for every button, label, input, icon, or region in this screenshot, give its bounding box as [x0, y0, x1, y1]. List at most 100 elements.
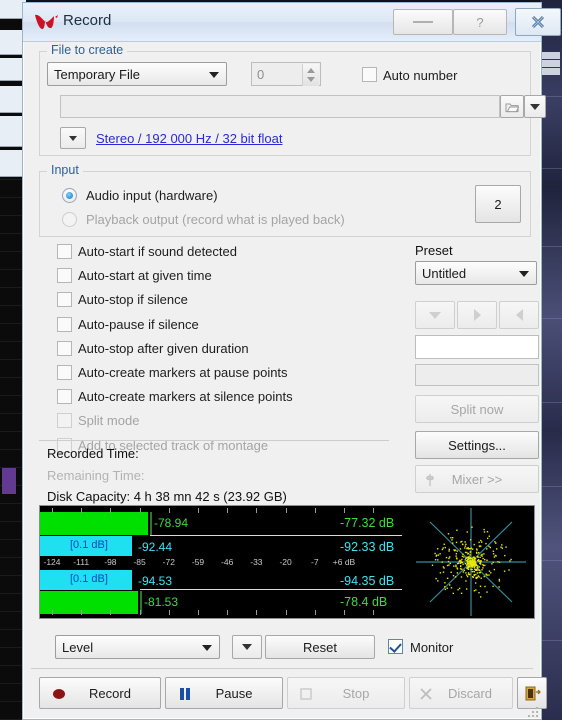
record-button[interactable]: Record	[39, 677, 161, 709]
close-icon	[531, 15, 545, 29]
preset-info-field	[415, 364, 539, 386]
meter-readout-left-peak: -77.32 dB	[340, 516, 395, 530]
mixer-icon	[426, 474, 434, 486]
phase-scope	[416, 508, 526, 616]
discard-label: Discard	[447, 685, 493, 701]
option-label-3: Auto-pause if silence	[78, 316, 199, 332]
pause-button[interactable]: Pause	[165, 677, 283, 709]
meter-tickmark	[314, 508, 316, 513]
preset-next-button[interactable]	[457, 301, 497, 329]
audio-format-menu-button[interactable]	[60, 127, 86, 149]
meter-tickmark	[168, 508, 170, 513]
meter-scale-tick-5: -59	[191, 557, 205, 567]
meter-tickmark	[227, 508, 229, 513]
meter-mode-combo[interactable]: Level	[55, 635, 220, 659]
triangle-right-icon	[473, 309, 481, 321]
title-bar[interactable]: Record ?	[23, 3, 561, 42]
meter-tickmark	[110, 508, 112, 513]
meter-readout-left-rms: -92.33 dB	[340, 540, 395, 554]
discard-button: Discard	[409, 677, 513, 709]
meter-scale-tick-2: -98	[104, 557, 117, 567]
record-dot-icon	[53, 689, 65, 699]
chevron-down-icon	[530, 103, 540, 110]
option-label-6: Auto-create markers at silence points	[78, 389, 293, 405]
option-checkbox-1[interactable]	[57, 268, 72, 284]
preset-label: Preset	[415, 243, 453, 258]
input-group-title: Input	[47, 163, 83, 177]
file-type-combo[interactable]: Temporary File	[47, 62, 227, 86]
preset-combo[interactable]: Untitled	[415, 261, 537, 285]
option-label-2: Auto-stop if silence	[78, 292, 188, 308]
audio-format-link[interactable]: Stereo / 192 000 Hz / 32 bit float	[96, 131, 282, 146]
transport-divider	[31, 668, 533, 669]
browse-file-button[interactable]	[500, 95, 524, 118]
meter-tickmark	[314, 610, 316, 615]
file-number-value: 0	[257, 66, 265, 82]
preset-prev-button[interactable]	[499, 301, 539, 329]
chevron-down-icon	[519, 271, 529, 277]
option-checkbox-5[interactable]	[57, 365, 72, 380]
pause-bars-icon	[180, 688, 190, 700]
meter-rms-tag-right: [0.1 dB]	[70, 573, 108, 585]
channel-count-button[interactable]: 2	[475, 185, 521, 223]
stop-label: Stop	[342, 685, 370, 701]
meter-scale-tick-8: -20	[279, 557, 292, 567]
input-group	[39, 171, 531, 237]
auto-number-label: Auto number	[383, 68, 458, 83]
auto-number-checkbox[interactable]	[362, 67, 377, 82]
meter-tickmark	[52, 508, 53, 513]
file-number-spinner[interactable]: 0	[251, 62, 321, 86]
meter-tickmark	[227, 610, 229, 615]
close-button[interactable]	[515, 8, 561, 36]
meter-peak-marker-left	[150, 512, 152, 535]
meter-tickmark	[285, 508, 287, 513]
option-checkbox-2[interactable]	[57, 292, 72, 308]
meter-scale-tick-9: -7	[311, 557, 319, 567]
preset-name-input[interactable]	[415, 335, 539, 359]
option-checkbox-0[interactable]	[57, 244, 72, 259]
option-checkbox-4[interactable]	[57, 340, 72, 356]
recorded-time-label: Recorded Time:	[47, 446, 139, 461]
file-history-button[interactable]	[524, 95, 546, 118]
meter-tickmark	[285, 610, 287, 615]
reset-button[interactable]: Reset	[265, 635, 375, 659]
radio-playback-output[interactable]	[62, 212, 77, 227]
option-checkbox-3[interactable]	[57, 316, 72, 332]
meter-bar-right-peak	[40, 591, 138, 614]
meter-value-right-peak: -81.53	[144, 595, 179, 609]
wavelab-w-icon	[35, 14, 58, 30]
radio-audio-input[interactable]	[62, 188, 77, 203]
minimize-button[interactable]	[393, 9, 453, 35]
option-checkbox-6[interactable]	[57, 389, 72, 405]
option-label-5: Auto-create markers at pause points	[78, 365, 288, 380]
level-meter[interactable]: -78.94 -77.32 dB [0.1 dB] -92.44 -92.33 dB [0…	[39, 505, 535, 619]
x-icon	[420, 688, 432, 700]
resize-grip[interactable]	[526, 705, 538, 717]
meter-scale-tick-4: -72	[162, 557, 175, 567]
help-button[interactable]: ?	[453, 9, 507, 35]
meter-tickmark	[373, 508, 375, 513]
audio-format-link-row: Stereo / 192 000 Hz / 32 bit float	[96, 131, 282, 146]
file-path-input[interactable]	[60, 95, 500, 118]
split-now-button: Split now	[415, 395, 539, 423]
option-label-4: Auto-stop after given duration	[78, 340, 249, 356]
preset-value: Untitled	[422, 265, 467, 281]
meter-menu-button[interactable]	[232, 635, 262, 659]
help-icon: ?	[476, 14, 484, 30]
preset-save-button[interactable]	[415, 301, 455, 329]
spinner-arrows-icon[interactable]	[302, 64, 319, 86]
chevron-down-icon	[202, 645, 212, 651]
monitor-checkbox[interactable]	[388, 639, 403, 654]
option-checkbox-7	[57, 413, 72, 429]
stop-button: Stop	[287, 677, 405, 709]
settings-button[interactable]: Settings...	[415, 431, 539, 459]
option-label-7: Split mode	[78, 413, 140, 429]
meter-scale-tick-1: -111	[73, 557, 90, 567]
meter-scale-tick-7: -33	[250, 557, 263, 567]
file-to-create-group-title: File to create	[47, 43, 128, 57]
record-dialog: Record ? File to create Temporary File 0…	[22, 2, 561, 720]
meter-bar-left-peak	[40, 512, 148, 535]
meter-tickmark	[52, 610, 53, 615]
meter-mode-value: Level	[62, 639, 94, 655]
option-label-1: Auto-start at given time	[78, 268, 212, 284]
